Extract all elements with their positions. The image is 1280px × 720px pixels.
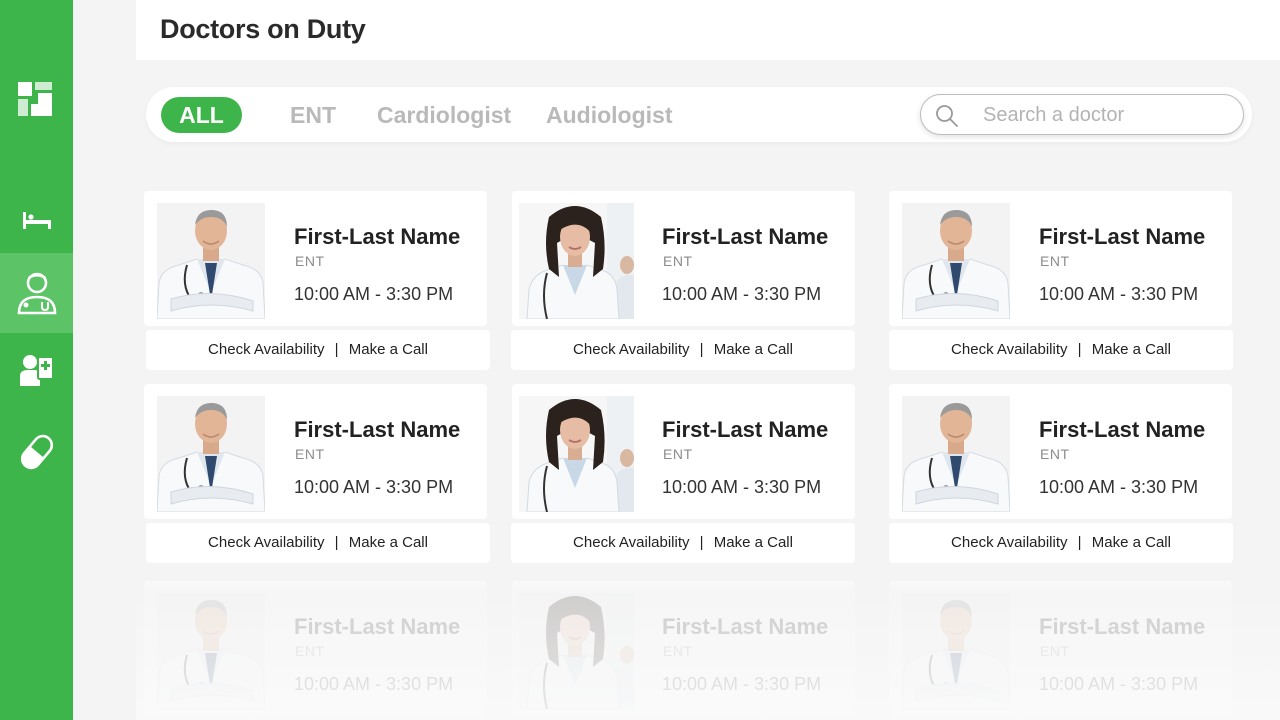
- search-icon[interactable]: [935, 104, 959, 133]
- doctor-hours: 10:00 AM - 3:30 PM: [1039, 674, 1199, 694]
- doctor-hours: 10:00 AM - 3:30 PM: [1039, 477, 1199, 497]
- make-call-link[interactable]: Make a Call: [349, 341, 428, 358]
- doctor-actions: Check Availability | Make a Call: [511, 330, 855, 370]
- doctor-actions: Check Availability | Make a Call: [146, 330, 490, 370]
- sidebar-item-patients[interactable]: [0, 330, 73, 410]
- doctor-specialty: ENT: [1040, 446, 1070, 462]
- doctor-card[interactable]: First-Last Name ENT 10:00 AM - 3:30 PM: [512, 581, 855, 716]
- make-call-link[interactable]: Make a Call: [714, 534, 793, 551]
- search-box: [920, 94, 1244, 135]
- doctor-name: First-Last Name: [294, 614, 461, 639]
- doctor-card[interactable]: First-Last Name ENT 10:00 AM - 3:30 PM: [512, 384, 855, 519]
- doctor-icon: [17, 271, 57, 315]
- doctor-hours: 10:00 AM - 3:30 PM: [1039, 284, 1199, 304]
- doctor-specialty: ENT: [1040, 253, 1070, 269]
- action-separator: |: [1077, 534, 1082, 551]
- female-doctor-photo: [519, 203, 634, 319]
- check-availability-link[interactable]: Check Availability: [951, 341, 1067, 358]
- app-logo-icon[interactable]: [18, 82, 52, 116]
- female-doctor-photo: [519, 396, 634, 512]
- male-doctor-photo: [902, 396, 1010, 512]
- male-doctor-photo: [157, 396, 265, 512]
- doctor-specialty: ENT: [663, 446, 693, 462]
- check-availability-link[interactable]: Check Availability: [208, 534, 324, 551]
- doctor-specialty: ENT: [663, 643, 693, 659]
- top-bar: Doctors on Duty: [136, 0, 1280, 60]
- action-separator: |: [1077, 341, 1082, 358]
- action-separator: |: [699, 341, 704, 358]
- doctor-card[interactable]: First-Last Name ENT 10:00 AM - 3:30 PM: [144, 191, 487, 326]
- check-availability-link[interactable]: Check Availability: [573, 341, 689, 358]
- male-doctor-photo: [157, 593, 265, 709]
- make-call-link[interactable]: Make a Call: [1092, 534, 1171, 551]
- doctor-actions: Check Availability | Make a Call: [889, 330, 1233, 370]
- doctor-specialty: ENT: [663, 253, 693, 269]
- doctor-card[interactable]: First-Last Name ENT 10:00 AM - 3:30 PM: [889, 581, 1232, 716]
- male-doctor-photo: [902, 593, 1010, 709]
- doctor-hours: 10:00 AM - 3:30 PM: [662, 284, 822, 304]
- patient-record-icon: [19, 354, 54, 386]
- doctor-name: First-Last Name: [662, 224, 829, 249]
- doctor-name: First-Last Name: [1039, 417, 1206, 442]
- doctor-name: First-Last Name: [662, 417, 829, 442]
- doctor-name: First-Last Name: [1039, 224, 1206, 249]
- doctor-hours: 10:00 AM - 3:30 PM: [662, 477, 822, 497]
- doctor-hours: 10:00 AM - 3:30 PM: [662, 674, 822, 694]
- filter-bar: ALL ENT Cardiologist Audiologist: [146, 87, 1252, 142]
- doctor-actions: Check Availability | Make a Call: [511, 523, 855, 563]
- doctor-card[interactable]: First-Last Name ENT 10:00 AM - 3:30 PM: [889, 191, 1232, 326]
- doctor-name: First-Last Name: [294, 417, 461, 442]
- doctor-specialty: ENT: [1040, 643, 1070, 659]
- male-doctor-photo: [902, 203, 1010, 319]
- action-separator: |: [699, 534, 704, 551]
- doctor-specialty: ENT: [295, 253, 325, 269]
- sidebar-item-beds[interactable]: [0, 181, 73, 261]
- search-input[interactable]: [983, 101, 1223, 129]
- female-doctor-photo: [519, 593, 634, 709]
- make-call-link[interactable]: Make a Call: [349, 534, 428, 551]
- tab-audiologist[interactable]: Audiologist: [546, 97, 672, 133]
- tab-ent[interactable]: ENT: [290, 97, 336, 133]
- make-call-link[interactable]: Make a Call: [1092, 341, 1171, 358]
- bed-icon: [22, 212, 51, 230]
- doctor-actions: Check Availability | Make a Call: [146, 523, 490, 563]
- doctor-specialty: ENT: [295, 643, 325, 659]
- doctor-hours: 10:00 AM - 3:30 PM: [294, 284, 454, 304]
- check-availability-link[interactable]: Check Availability: [208, 341, 324, 358]
- page-title: Doctors on Duty: [160, 14, 366, 44]
- make-call-link[interactable]: Make a Call: [714, 341, 793, 358]
- doctor-card[interactable]: First-Last Name ENT 10:00 AM - 3:30 PM: [144, 384, 487, 519]
- doctor-specialty: ENT: [295, 446, 325, 462]
- doctor-name: First-Last Name: [1039, 614, 1206, 639]
- doctor-card[interactable]: First-Last Name ENT 10:00 AM - 3:30 PM: [144, 581, 487, 716]
- male-doctor-photo: [157, 203, 265, 319]
- check-availability-link[interactable]: Check Availability: [573, 534, 689, 551]
- doctor-card[interactable]: First-Last Name ENT 10:00 AM - 3:30 PM: [889, 384, 1232, 519]
- doctor-name: First-Last Name: [294, 224, 461, 249]
- tab-all[interactable]: ALL: [161, 97, 242, 133]
- doctor-name: First-Last Name: [662, 614, 829, 639]
- doctor-card[interactable]: First-Last Name ENT 10:00 AM - 3:30 PM: [512, 191, 855, 326]
- doctor-hours: 10:00 AM - 3:30 PM: [294, 674, 454, 694]
- action-separator: |: [334, 341, 339, 358]
- doctor-hours: 10:00 AM - 3:30 PM: [294, 477, 454, 497]
- tab-cardiologist[interactable]: Cardiologist: [377, 97, 511, 133]
- sidebar: [0, 0, 73, 720]
- sidebar-item-medicine[interactable]: [0, 412, 73, 492]
- action-separator: |: [334, 534, 339, 551]
- check-availability-link[interactable]: Check Availability: [951, 534, 1067, 551]
- sidebar-item-doctors[interactable]: [0, 253, 73, 333]
- pill-icon: [20, 433, 54, 471]
- doctor-actions: Check Availability | Make a Call: [889, 523, 1233, 563]
